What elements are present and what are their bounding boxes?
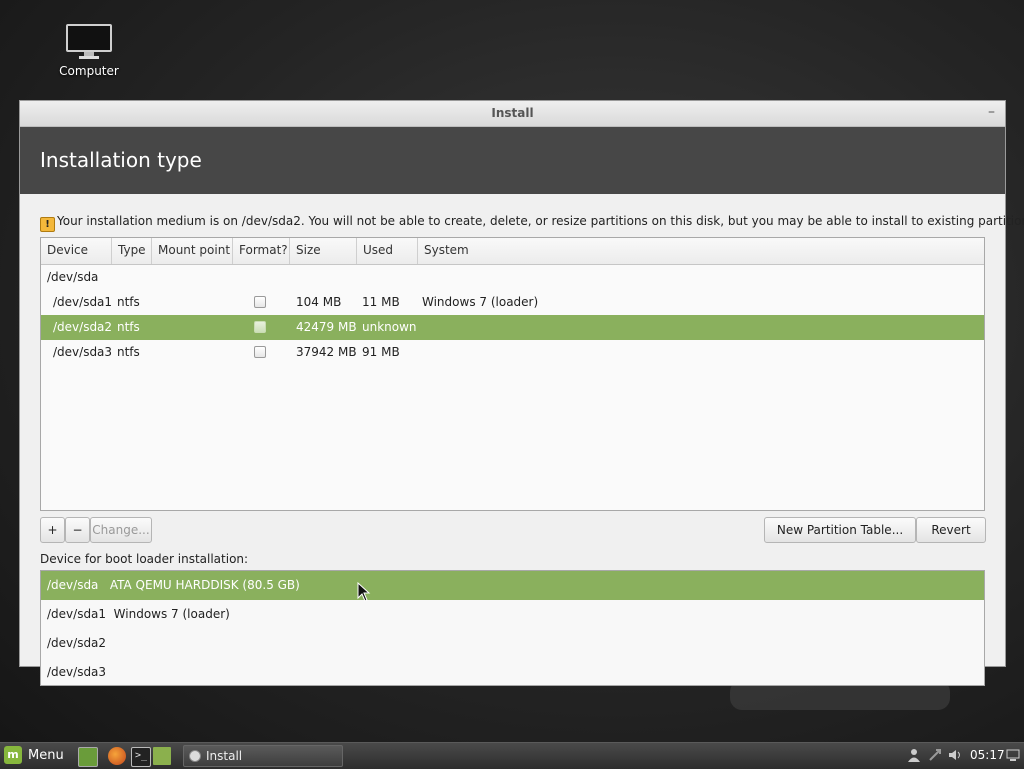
table-row[interactable]: /dev/sda3 ntfs 37942 MB 91 MB [41, 340, 984, 365]
cell-system: Windows 7 (loader) [422, 295, 539, 309]
column-header-device[interactable]: Device [41, 238, 112, 264]
menu-label: Menu [28, 748, 64, 763]
bootloader-option-selected[interactable]: /dev/sda ATA QEMU HARDDISK (80.5 GB) [41, 571, 984, 600]
format-checkbox[interactable] [254, 296, 266, 308]
partition-table[interactable]: Device Type Mount point Format? Size Use… [40, 237, 985, 511]
page-title: Installation type [40, 148, 202, 172]
table-row-selected[interactable]: /dev/sda2 ntfs 42479 MB unknown [41, 315, 984, 340]
bootloader-option[interactable]: /dev/sda2 [41, 629, 984, 658]
remove-partition-button[interactable]: − [65, 517, 90, 543]
user-icon[interactable] [907, 748, 921, 762]
desktop-icon-label: Computer [59, 64, 119, 78]
bootloader-label: Device for boot loader installation: [40, 552, 249, 566]
cell-size: 104 MB [296, 295, 342, 309]
cell-type: ntfs [117, 345, 140, 359]
install-disc-icon [189, 750, 201, 762]
taskbar: m Menu >_ Install 05:17 [0, 742, 1024, 769]
format-checkbox[interactable] [254, 321, 266, 333]
table-row[interactable]: /dev/sda [41, 265, 984, 290]
column-header-used[interactable]: Used [357, 238, 418, 264]
show-desktop-icon[interactable] [78, 747, 98, 767]
desktop-icon-computer[interactable]: Computer [50, 24, 128, 78]
column-header-type[interactable]: Type [112, 238, 152, 264]
bootloader-option[interactable]: /dev/sda1 Windows 7 (loader) [41, 600, 984, 629]
taskbar-window-install[interactable]: Install [183, 745, 343, 767]
column-header-size[interactable]: Size [290, 238, 357, 264]
terminal-icon[interactable]: >_ [131, 747, 151, 767]
minimize-button[interactable]: – [988, 104, 995, 120]
installation-notice: ! Your installation medium is on /dev/sda… [40, 214, 1024, 232]
cell-size: 37942 MB [296, 345, 357, 359]
cell-type: ntfs [117, 320, 140, 334]
firefox-icon[interactable] [108, 747, 126, 765]
task-label: Install [206, 749, 243, 763]
bootloader-option[interactable]: /dev/sda3 [41, 658, 984, 687]
column-header-mount-point[interactable]: Mount point [152, 238, 233, 264]
new-partition-table-button[interactable]: New Partition Table... [764, 517, 916, 543]
column-header-format[interactable]: Format? [233, 238, 290, 264]
clock[interactable]: 05:17 [970, 748, 1005, 762]
cell-used: unknown [362, 320, 417, 334]
bootloader-dropdown-list[interactable]: /dev/sda ATA QEMU HARDDISK (80.5 GB) /de… [40, 570, 985, 686]
cell-type: ntfs [117, 295, 140, 309]
cell-used: 91 MB [362, 345, 400, 359]
revert-button[interactable]: Revert [916, 517, 986, 543]
change-partition-button[interactable]: Change... [90, 517, 152, 543]
window-title: Install [491, 106, 534, 120]
volume-icon[interactable] [948, 748, 962, 762]
add-partition-button[interactable]: + [40, 517, 65, 543]
network-icon[interactable] [928, 748, 942, 762]
cell-device: /dev/sda3 [53, 345, 113, 359]
partition-table-header: Device Type Mount point Format? Size Use… [41, 238, 984, 265]
column-header-system[interactable]: System [418, 238, 984, 264]
files-icon[interactable] [153, 747, 171, 765]
page-header: Installation type [20, 127, 1005, 194]
show-desktop-tray-icon[interactable] [1006, 748, 1020, 762]
cell-device: /dev/sda2 [53, 320, 113, 334]
cell-size: 42479 MB [296, 320, 357, 334]
computer-icon [66, 24, 112, 59]
cell-used: 11 MB [362, 295, 400, 309]
mouse-cursor-icon [357, 582, 371, 602]
format-checkbox[interactable] [254, 346, 266, 358]
cell-device: /dev/sda [47, 270, 99, 284]
menu-button[interactable]: m Menu [4, 746, 64, 766]
notice-text: Your installation medium is on /dev/sda2… [57, 214, 1024, 228]
mint-logo-icon: m [4, 746, 22, 764]
warning-icon: ! [40, 217, 55, 232]
table-row[interactable]: /dev/sda1 ntfs 104 MB 11 MB Windows 7 (l… [41, 290, 984, 315]
cell-device: /dev/sda1 [53, 295, 113, 309]
window-titlebar[interactable]: Install – [20, 101, 1005, 127]
